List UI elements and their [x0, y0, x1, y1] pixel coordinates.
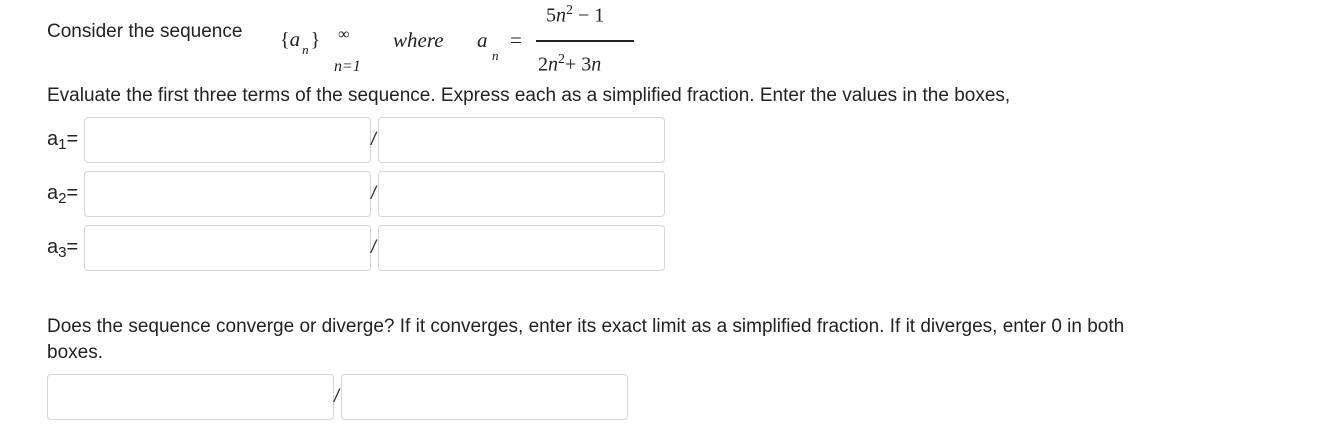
den-tail: + 3 [565, 53, 592, 76]
term-label-equals: = [66, 128, 79, 150]
brace-close: } [310, 29, 321, 51]
num-exp: 2 [566, 3, 573, 18]
den-var: n [548, 53, 558, 76]
num-coef: 5 [546, 4, 556, 27]
term-label-var: a [47, 128, 59, 150]
term-label-equals: = [66, 182, 79, 204]
definition-lhs-var: a [477, 28, 488, 52]
sequence-lower-limit: n=1 [334, 58, 361, 75]
term-2-fraction-slash: / [371, 183, 377, 203]
term-1-numerator-input[interactable] [84, 117, 371, 163]
term-label-var: a [47, 236, 59, 258]
term-2-denominator-input[interactable] [378, 171, 665, 217]
term-1-fraction-slash: / [371, 129, 377, 149]
term-label-3: a3= [47, 236, 79, 261]
limit-numerator-input[interactable] [47, 374, 334, 420]
limit-prompt-continued: boxes. [47, 342, 103, 363]
fraction-numerator: 5n2 − 1 [546, 3, 604, 28]
sequence-sub: n [302, 42, 309, 57]
term-label-2: a2= [47, 182, 79, 207]
term-1-denominator-input[interactable] [378, 117, 665, 163]
den-tail-var: n [591, 53, 602, 76]
where-word: where [393, 28, 444, 52]
instruction-text: Evaluate the first three terms of the se… [47, 85, 1011, 106]
equals-sign: = [510, 28, 522, 52]
den-exp: 2 [558, 52, 565, 67]
term-label-sub: 2 [58, 190, 67, 207]
intro-text: Consider the sequence [47, 21, 243, 42]
term-label-var: a [47, 182, 59, 204]
sequence-notation: {a n} [280, 27, 321, 57]
fraction-bar [536, 40, 634, 42]
num-var: n [556, 4, 566, 27]
term-3-numerator-input[interactable] [84, 225, 371, 271]
term-3-fraction-slash: / [371, 237, 377, 257]
fraction-denominator: 2n2+ 3n [538, 52, 601, 77]
limit-denominator-input[interactable] [341, 374, 628, 420]
definition-lhs-sub: n [492, 48, 499, 63]
brace-open: { [280, 29, 290, 51]
sequence-upper-limit: ∞ [338, 26, 350, 43]
term-label-1: a1= [47, 128, 79, 153]
sequence-var: a [289, 27, 301, 51]
term-label-sub: 1 [58, 136, 67, 153]
den-coef: 2 [538, 53, 548, 76]
limit-fraction-slash: / [334, 386, 340, 406]
term-2-numerator-input[interactable] [84, 171, 371, 217]
term-3-denominator-input[interactable] [378, 225, 665, 271]
limit-prompt: Does the sequence converge or diverge? I… [47, 316, 1125, 337]
num-tail: − 1 [573, 4, 605, 27]
term-label-sub: 3 [58, 244, 67, 261]
term-label-equals: = [66, 236, 79, 258]
